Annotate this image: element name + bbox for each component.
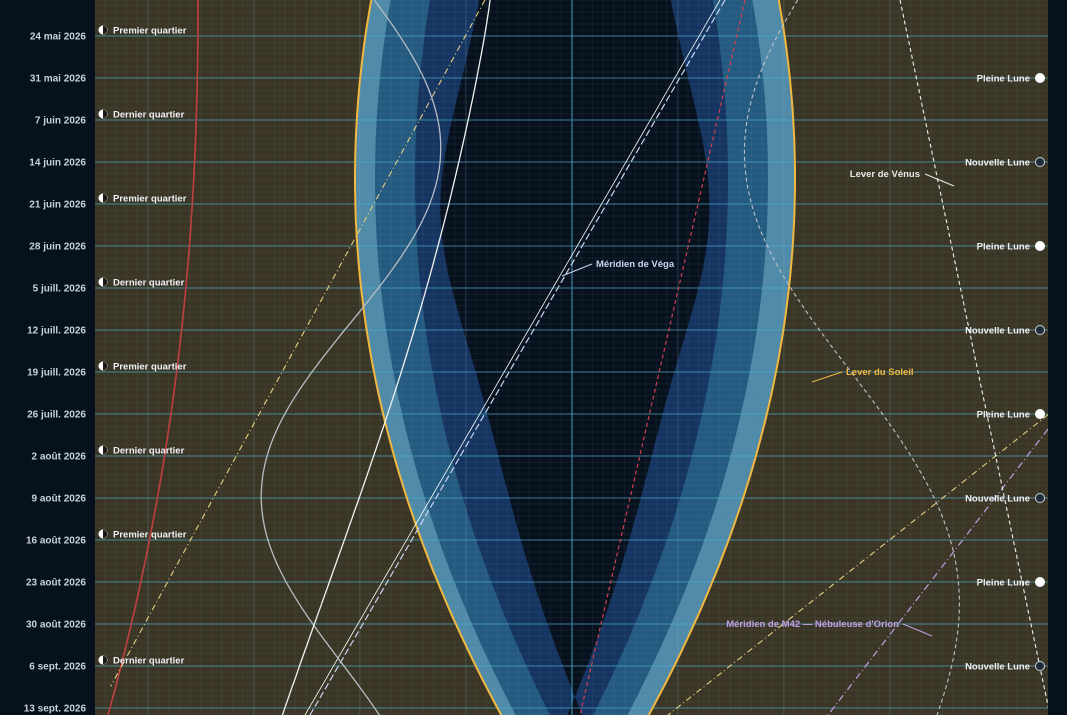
moon-phase-label: Dernier quartier bbox=[113, 278, 185, 289]
y-tick-label: 31 mai 2026 bbox=[30, 74, 87, 85]
moon-phase-label: Nouvelle Lune bbox=[965, 326, 1030, 337]
moon-phase-label: Premier quartier bbox=[113, 362, 187, 373]
moon-phase-label: Pleine Lune bbox=[977, 578, 1030, 589]
night-sky-almanac-chart: 24 mai 2026 31 mai 2026 7 juin 2026 14 juin… bbox=[0, 0, 1067, 715]
sun-label: Lever du Soleil bbox=[846, 367, 914, 378]
moon-phase-label: Dernier quartier bbox=[113, 446, 185, 457]
y-tick-label: 5 juill. 2026 bbox=[33, 284, 87, 295]
full-moon-icon bbox=[1035, 241, 1045, 251]
moon-phase-label: Pleine Lune bbox=[977, 242, 1030, 253]
vega-label: Méridien de Véga bbox=[596, 259, 675, 270]
moon-phase-label: Dernier quartier bbox=[113, 110, 185, 121]
m42-label: Méridien de M42 — Nébuleuse d'Orion bbox=[726, 619, 899, 630]
moon-phase-label: Nouvelle Lune bbox=[965, 494, 1030, 505]
moon-phase-label: Pleine Lune bbox=[977, 410, 1030, 421]
y-tick-label: 21 juin 2026 bbox=[29, 200, 86, 211]
moon-phase-label: Nouvelle Lune bbox=[965, 662, 1030, 673]
moon-phase-label: Pleine Lune bbox=[977, 74, 1030, 85]
full-moon-icon bbox=[1035, 73, 1045, 83]
moon-phase-label: Premier quartier bbox=[113, 530, 187, 541]
full-moon-icon bbox=[1035, 409, 1045, 419]
y-tick-label: 12 juill. 2026 bbox=[27, 326, 86, 337]
y-tick-label: 24 mai 2026 bbox=[30, 32, 87, 43]
y-tick-label: 14 juin 2026 bbox=[29, 158, 86, 169]
plot-area bbox=[95, 0, 1048, 715]
moon-phase-label: Premier quartier bbox=[113, 194, 187, 205]
y-tick-label: 13 sept. 2026 bbox=[24, 704, 87, 715]
y-tick-label: 19 juill. 2026 bbox=[27, 368, 86, 379]
y-tick-label: 26 juill. 2026 bbox=[27, 410, 86, 421]
new-moon-icon bbox=[1035, 157, 1045, 167]
y-tick-label: 7 juin 2026 bbox=[35, 116, 87, 127]
y-tick-label: 23 août 2026 bbox=[26, 578, 86, 589]
y-tick-label: 9 août 2026 bbox=[32, 494, 87, 505]
new-moon-icon bbox=[1035, 661, 1045, 671]
y-tick-label: 16 août 2026 bbox=[26, 536, 86, 547]
full-moon-icon bbox=[1035, 577, 1045, 587]
venus-label: Lever de Vénus bbox=[850, 169, 920, 180]
y-tick-label: 28 juin 2026 bbox=[29, 242, 86, 253]
moon-phase-label: Premier quartier bbox=[113, 26, 187, 37]
new-moon-icon bbox=[1035, 325, 1045, 335]
y-tick-label: 30 août 2026 bbox=[26, 620, 86, 631]
y-tick-label: 6 sept. 2026 bbox=[29, 662, 86, 673]
moon-phase-label: Dernier quartier bbox=[113, 656, 185, 667]
new-moon-icon bbox=[1035, 493, 1045, 503]
moon-phase-label: Nouvelle Lune bbox=[965, 158, 1030, 169]
y-tick-label: 2 août 2026 bbox=[32, 452, 87, 463]
